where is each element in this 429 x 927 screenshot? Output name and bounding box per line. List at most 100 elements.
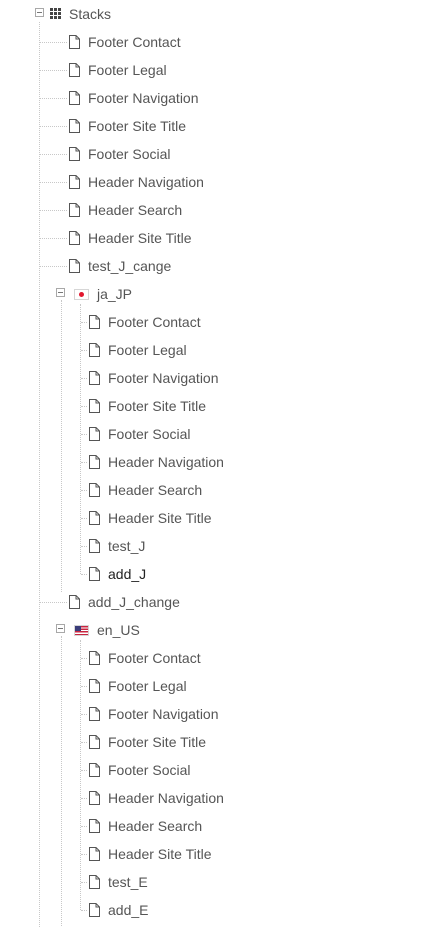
tree-node-label: Header Site Title — [88, 230, 192, 246]
tree-node-page[interactable]: Footer Navigation — [89, 704, 219, 724]
page-icon — [69, 259, 80, 273]
page-icon — [89, 847, 100, 861]
tree-branch-line — [81, 882, 87, 883]
tree-node-label: Footer Navigation — [88, 90, 199, 106]
page-icon — [69, 91, 80, 105]
page-icon — [69, 147, 80, 161]
tree-node-page[interactable]: Footer Site Title — [89, 732, 206, 752]
page-icon — [89, 763, 100, 777]
grid-icon — [50, 8, 62, 20]
tree-branch-line — [40, 154, 67, 155]
page-icon — [69, 63, 80, 77]
tree-node-label: Footer Contact — [88, 34, 181, 50]
tree-node-page[interactable]: Footer Social — [89, 424, 190, 444]
tree-node-en-us[interactable]: en_US — [74, 620, 140, 640]
tree-node-label: Footer Navigation — [108, 706, 219, 722]
tree-node-label: add_J_change — [88, 594, 180, 610]
tree-node-page[interactable]: add_J — [89, 564, 146, 584]
tree-node-page[interactable]: Header Site Title — [89, 844, 212, 864]
tree-node-label: Header Navigation — [108, 454, 224, 470]
tree-node-label: Header Search — [88, 202, 183, 218]
tree-node-label: test_J — [108, 538, 146, 554]
tree-node-label: Footer Contact — [108, 650, 201, 666]
tree-node-page[interactable]: Footer Legal — [89, 340, 187, 360]
tree-node-label: Header Navigation — [88, 174, 204, 190]
page-icon — [89, 651, 100, 665]
tree-node-page[interactable]: Footer Navigation — [69, 88, 199, 108]
tree-node-stacks[interactable]: Stacks — [50, 4, 111, 24]
tree-node-page[interactable]: Footer Legal — [69, 60, 167, 80]
page-icon — [89, 791, 100, 805]
tree-branch-line — [81, 406, 87, 407]
tree-branch-line — [40, 238, 67, 239]
page-icon — [69, 35, 80, 49]
tree-branch-line — [81, 490, 87, 491]
tree-node-page[interactable]: Header Search — [89, 480, 202, 500]
page-icon — [89, 875, 100, 889]
page-icon — [89, 483, 100, 497]
tree-node-page[interactable]: Footer Contact — [69, 32, 181, 52]
tree-node-page[interactable]: Footer Navigation — [89, 368, 219, 388]
tree-branch-line — [81, 518, 87, 519]
tree-branch-line — [81, 798, 87, 799]
tree-node-page[interactable]: Footer Site Title — [69, 116, 186, 136]
tree-node-label: ja_JP — [97, 286, 133, 302]
tree-node-page[interactable]: Header Navigation — [89, 452, 224, 472]
us-flag-icon — [74, 624, 89, 636]
tree-branch-line — [40, 70, 67, 71]
tree-node-label: Header Search — [108, 482, 203, 498]
tree-node-page[interactable]: test_J_cange — [69, 256, 171, 276]
tree-branch-line — [81, 658, 87, 659]
tree-node-page[interactable]: Header Site Title — [69, 228, 192, 248]
tree-node-page[interactable]: Footer Site Title — [89, 396, 206, 416]
tree-node-label: Footer Legal — [108, 678, 187, 694]
page-icon — [69, 203, 80, 217]
japan-flag-icon — [74, 288, 89, 300]
tree-node-label: Footer Navigation — [108, 370, 219, 386]
tree-node-page[interactable]: Header Search — [69, 200, 182, 220]
tree-node-label: add_J — [108, 566, 147, 582]
collapse-en-us-toggle[interactable] — [56, 624, 65, 633]
tree-node-page[interactable]: add_E — [89, 900, 148, 920]
tree-node-page[interactable]: Footer Legal — [89, 676, 187, 696]
tree-branch-line — [81, 378, 87, 379]
tree-node-label: Footer Site Title — [88, 118, 187, 134]
tree-node-page[interactable]: Header Search — [89, 816, 202, 836]
collapse-stacks-toggle[interactable] — [35, 8, 44, 17]
tree-node-page[interactable]: Footer Contact — [89, 648, 201, 668]
page-icon — [69, 175, 80, 189]
tree-branch-line — [81, 854, 87, 855]
tree-node-page[interactable]: test_E — [89, 872, 148, 892]
tree-branch-line — [40, 210, 67, 211]
page-icon — [69, 119, 80, 133]
tree-node-label: Header Site Title — [108, 846, 212, 862]
tree-branch-line — [81, 714, 87, 715]
tree-branch-line — [81, 770, 87, 771]
tree-node-ja-jp[interactable]: ja_JP — [74, 284, 132, 304]
page-icon — [89, 511, 100, 525]
tree-guide-line — [80, 640, 81, 910]
tree-node-label: Footer Site Title — [108, 398, 207, 414]
tree-branch-line — [81, 910, 87, 911]
tree-branch-line — [40, 42, 67, 43]
page-icon — [89, 455, 100, 469]
tree-branch-line — [81, 350, 87, 351]
tree-node-page[interactable]: Header Navigation — [89, 788, 224, 808]
tree-node-page[interactable]: Header Site Title — [89, 508, 212, 528]
tree-node-page[interactable]: test_J — [89, 536, 145, 556]
tree-branch-line — [81, 574, 87, 575]
tree-branch-line — [81, 742, 87, 743]
page-icon — [89, 735, 100, 749]
tree-node-page[interactable]: Footer Social — [89, 760, 190, 780]
tree-node-label: Footer Social — [108, 426, 191, 442]
tree-guide-line — [61, 300, 62, 592]
tree-node-page[interactable]: Footer Social — [69, 144, 170, 164]
tree-node-page[interactable]: Footer Contact — [89, 312, 201, 332]
page-icon — [89, 371, 100, 385]
tree-node-page[interactable]: add_J_change — [69, 592, 180, 612]
tree-branch-line — [40, 98, 67, 99]
tree-node-page[interactable]: Header Navigation — [69, 172, 204, 192]
collapse-ja-jp-toggle[interactable] — [56, 288, 65, 297]
page-icon — [89, 567, 100, 581]
tree-branch-line — [81, 686, 87, 687]
